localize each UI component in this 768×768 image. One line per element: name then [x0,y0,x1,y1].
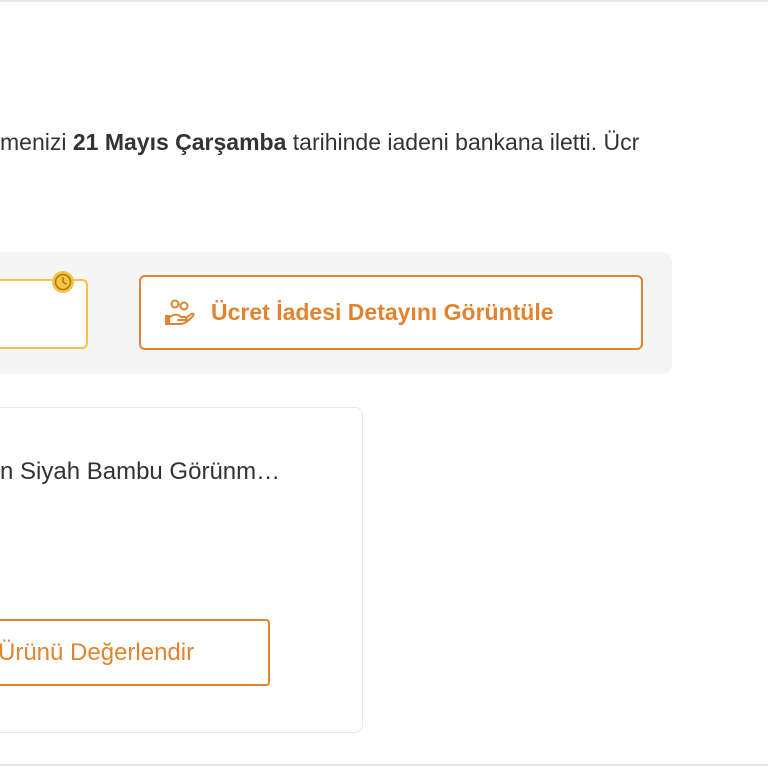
refund-info-text: menizi 21 Mayıs Çarşamba tarihinde iaden… [0,126,639,158]
refund-detail-label: Ücret İadesi Detayını Görüntüle [211,299,554,325]
rate-product-button[interactable]: Ürünü Değerlendir [0,619,270,686]
refund-detail-button[interactable]: Ücret İadesi Detayını Görüntüle [139,275,643,350]
bottom-divider [0,764,768,766]
hand-coins-icon [165,299,195,325]
rate-product-label: Ürünü Değerlendir [0,638,195,666]
refund-date: 21 Mayıs Çarşamba [72,129,287,155]
info-text-prefix: menizi [0,129,73,155]
top-divider [0,0,768,2]
info-text-suffix: tarihinde iadeni bankana iletti. Ücr [286,129,640,155]
clock-icon [52,271,74,293]
product-title[interactable]: n Siyah Bambu Görünm… [0,456,280,488]
